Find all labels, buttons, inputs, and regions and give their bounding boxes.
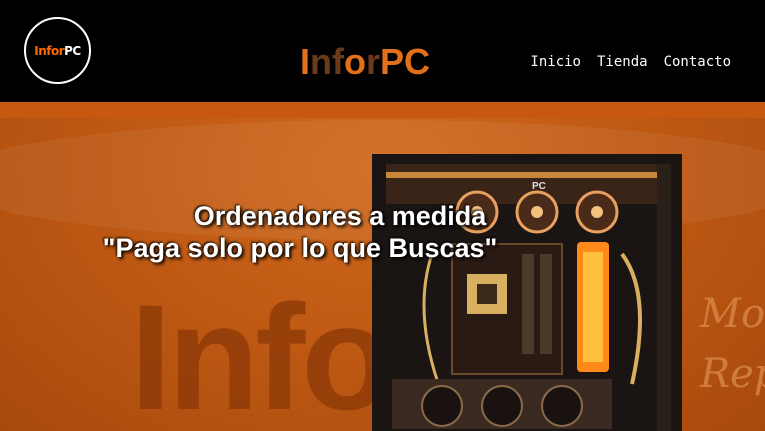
hero-banner: Infor Mo Rep PC Ordenadores a medida [0,102,765,431]
site-header: InforPC InforPC Inicio Tienda Contacto [0,0,765,102]
hero-tagline-line1: Ordenadores a medida [193,201,487,231]
nav-contacto[interactable]: Contacto [664,54,731,70]
gaming-pc-image: PC [372,154,682,431]
hero-tagline: Ordenadores a medida "Paga solo por lo q… [0,200,600,264]
main-nav: Inicio Tienda Contacto [530,54,731,70]
svg-text:PC: PC [532,181,546,192]
site-logo[interactable]: InforPC [24,17,91,84]
hero-side-script-2: Rep [700,351,765,397]
nav-inicio[interactable]: Inicio [530,54,581,70]
hero-tagline-line2: "Paga solo por lo que Buscas" [102,233,498,263]
nav-tienda[interactable]: Tienda [597,54,648,70]
site-brand: InforPC [300,41,431,82]
logo-text: InforPC [34,43,81,58]
hero-top-band [0,102,765,118]
hero-side-script-1: Mo [700,291,765,337]
